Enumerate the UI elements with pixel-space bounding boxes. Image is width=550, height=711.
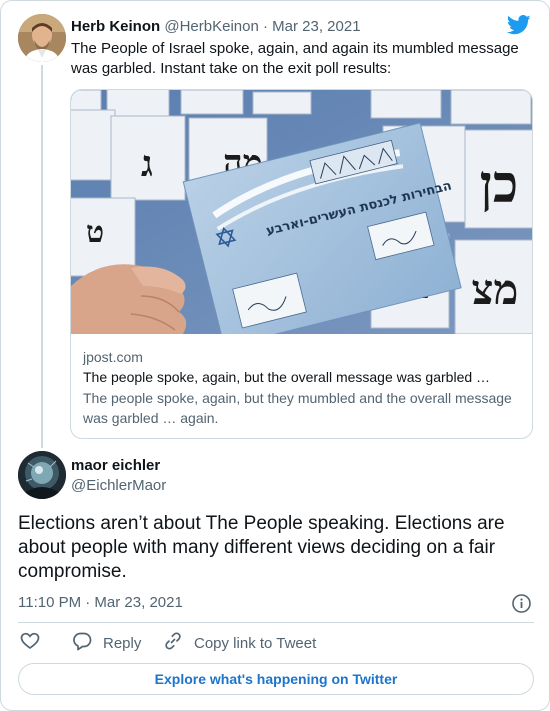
like-button[interactable] <box>20 631 40 655</box>
link-card-title: The people spoke, again, but the overall… <box>83 369 491 385</box>
copy-link-button[interactable]: Copy link to Tweet <box>163 631 316 655</box>
twitter-bird-icon[interactable] <box>506 15 531 35</box>
copy-link-label: Copy link to Tweet <box>194 634 317 652</box>
link-card-image: ג מה ל כן פה מצ ט הבחירות לכנסת העשרים-ו… <box>71 90 532 334</box>
ballot-letter: מצ <box>472 265 519 314</box>
tweet-text: Elections aren’t about The People speaki… <box>18 513 505 582</box>
quoted-tweet-text: The People of Israel spoke, again, and a… <box>71 40 519 77</box>
link-card-description: The people spoke, again, but they mumble… <box>83 390 512 426</box>
tweet-timestamp[interactable]: 11:10 PM · Mar 23, 2021 <box>18 593 183 613</box>
link-card-domain: jpost.com <box>83 349 143 365</box>
reply-button[interactable]: Reply <box>72 631 141 655</box>
link-icon <box>163 631 183 655</box>
ballot-letter: ג <box>141 143 153 185</box>
reply-label: Reply <box>103 634 142 652</box>
tweet-embed: Herb Keinon @HerbKeinon · Mar 23, 2021 T… <box>0 0 550 711</box>
quoted-author-avatar[interactable] <box>18 14 66 62</box>
ballot-letter: כן <box>480 154 519 215</box>
ballot-letter: ט <box>86 215 104 250</box>
author-name[interactable]: maor eichler <box>71 457 160 475</box>
quoted-author-name[interactable]: Herb Keinon <box>71 18 160 35</box>
author-handle[interactable]: @EichlerMaor <box>71 477 166 495</box>
quoted-author-handle[interactable]: @HerbKeinon <box>164 18 258 35</box>
reply-icon <box>72 631 92 655</box>
info-icon[interactable] <box>511 593 532 614</box>
quoted-tweet-header: Herb Keinon @HerbKeinon · Mar 23, 2021 <box>71 17 361 37</box>
divider <box>18 622 534 623</box>
link-card[interactable]: ג מה ל כן פה מצ ט הבחירות לכנסת העשרים-ו… <box>70 89 533 439</box>
author-avatar[interactable] <box>18 451 66 499</box>
explore-button[interactable]: Explore what's happening on Twitter <box>18 663 534 695</box>
meta-separator: · <box>262 18 268 35</box>
heart-icon <box>20 631 40 655</box>
quoted-tweet-date[interactable]: Mar 23, 2021 <box>272 18 360 35</box>
thread-connector <box>41 65 43 448</box>
